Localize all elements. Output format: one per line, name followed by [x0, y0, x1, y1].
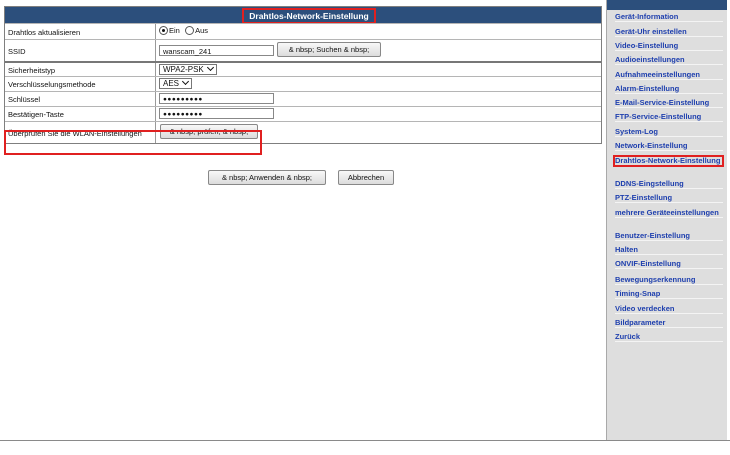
- key-row: Schlüssel ●●●●●●●●●: [5, 91, 601, 106]
- search-button[interactable]: & nbsp; Suchen & nbsp;: [277, 42, 381, 57]
- wireless-settings-form: Drahtlos-Network-Einstellung Drahtlos ak…: [4, 6, 602, 144]
- wifi-on-radio[interactable]: [159, 26, 168, 36]
- wifi-on-label: Ein: [169, 26, 180, 36]
- sidebar-item-motion[interactable]: Bewegungserkennung: [615, 276, 723, 285]
- ssid-row: SSID wanscam_241 & nbsp; Suchen & nbsp;: [5, 39, 601, 61]
- wifi-off-label: Aus: [195, 26, 209, 36]
- sidebar-item-onvif[interactable]: ONVIF-Einstellung: [615, 260, 723, 269]
- page-title: Drahtlos-Network-Einstellung: [242, 8, 376, 24]
- sidebar-item-system-log[interactable]: System-Log: [615, 128, 723, 137]
- sidebar-item-multi-device[interactable]: mehrere Geräteeinstellungen: [615, 209, 723, 218]
- chevron-down-icon: [206, 63, 214, 72]
- sidebar-item-video-mask[interactable]: Video verdecken: [615, 305, 723, 314]
- security-type-label: Sicherheitstyp: [8, 66, 56, 75]
- wifi-enabled-label: Drahtlos aktualisieren: [8, 28, 81, 37]
- sidebar-item-wireless[interactable]: Drahtlos-Network-Einstellung: [613, 155, 724, 167]
- sidebar-item-device-clock[interactable]: Gerät-Uhr einstellen: [615, 28, 723, 37]
- security-type-select[interactable]: WPA2-PSK: [159, 63, 217, 75]
- sidebar-item-network[interactable]: Network-Einstellung: [615, 142, 723, 151]
- confirm-key-label: Bestätigen-Taste: [8, 110, 64, 119]
- sidebar-item-device-info[interactable]: Gerät-Information: [615, 13, 723, 22]
- form-header: Drahtlos-Network-Einstellung: [5, 7, 601, 24]
- sidebar-item-recording[interactable]: Aufnahmeeinstellungen: [615, 71, 723, 80]
- sidebar-item-maintain[interactable]: Halten: [615, 246, 723, 255]
- security-type-value: WPA2-PSK: [163, 65, 204, 74]
- encryption-value: AES: [163, 79, 180, 88]
- apply-button[interactable]: & nbsp; Anwenden & nbsp;: [208, 170, 326, 185]
- settings-panel: Drahtlos-Network-Einstellung Drahtlos ak…: [4, 6, 602, 185]
- cancel-button[interactable]: Abbrechen: [338, 170, 394, 185]
- sidebar-item-alarm[interactable]: Alarm-Einstellung: [615, 85, 723, 94]
- sidebar-item-ddns[interactable]: DDNS-Eingstellung: [615, 180, 723, 189]
- key-label: Schlüssel: [8, 95, 41, 104]
- confirm-key-input[interactable]: ●●●●●●●●●: [159, 108, 274, 119]
- encryption-select[interactable]: AES: [159, 77, 193, 89]
- sidebar-item-ptz[interactable]: PTZ-Einstellung: [615, 194, 723, 203]
- confirm-key-row: Bestätigen-Taste ●●●●●●●●●: [5, 106, 601, 121]
- key-input[interactable]: ●●●●●●●●●: [159, 93, 274, 104]
- sidebar: Gerät-Information Gerät-Uhr einstellen V…: [606, 0, 727, 440]
- sidebar-item-email[interactable]: E-Mail-Service-Einstellung: [615, 99, 723, 108]
- sidebar-item-image-params[interactable]: Bildparameter: [615, 319, 723, 328]
- sidebar-item-back[interactable]: Zurück: [615, 333, 723, 342]
- sidebar-item-video[interactable]: Video-Einstellung: [615, 42, 723, 51]
- check-settings-highlight: [4, 130, 262, 155]
- encryption-row: Verschlüsselungsmethode AES: [5, 76, 601, 91]
- wifi-enabled-row: Drahtlos aktualisieren Ein Aus: [5, 23, 601, 39]
- wifi-radio-group: Ein Aus: [159, 26, 211, 36]
- sidebar-item-audio[interactable]: Audioeinstellungen: [615, 56, 723, 65]
- wifi-off-radio[interactable]: [185, 26, 195, 36]
- ssid-input[interactable]: wanscam_241: [159, 45, 274, 56]
- sidebar-item-timing-snap[interactable]: Timing-Snap: [615, 290, 723, 299]
- sidebar-item-ftp[interactable]: FTP-Service-Einstellung: [615, 113, 723, 122]
- bottom-border: [0, 440, 730, 441]
- chevron-down-icon: [181, 77, 190, 86]
- ssid-label: SSID: [8, 47, 26, 56]
- sidebar-item-users[interactable]: Benutzer-Einstellung: [615, 232, 723, 241]
- sidebar-header: [607, 0, 727, 10]
- security-type-row: Sicherheitstyp WPA2-PSK: [5, 61, 601, 76]
- encryption-label: Verschlüsselungsmethode: [8, 80, 96, 89]
